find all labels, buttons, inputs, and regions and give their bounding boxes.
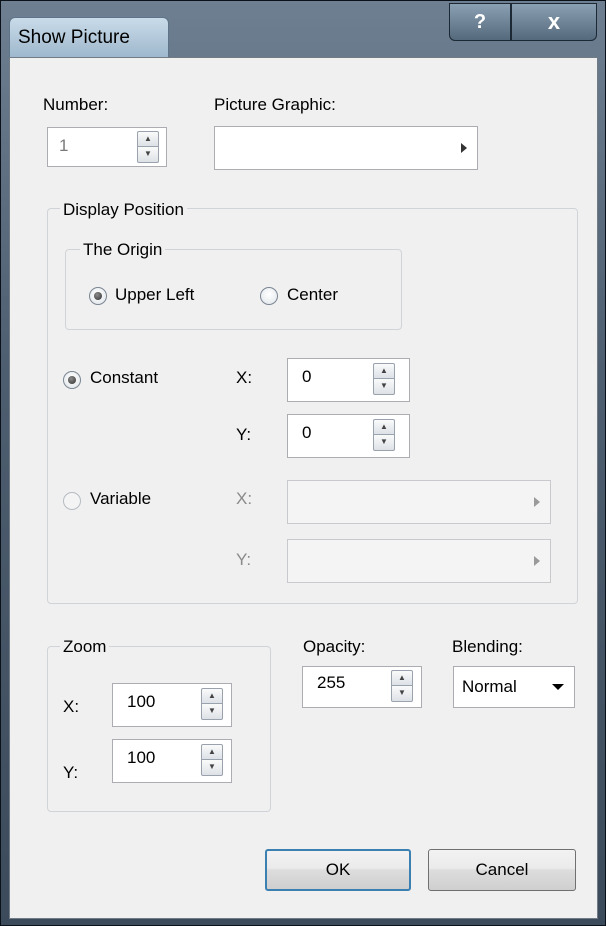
variable-x-arrow-icon[interactable]: [534, 497, 540, 507]
opacity-stepper[interactable]: ▲ ▼: [391, 670, 413, 702]
upper-left-label[interactable]: Upper Left: [115, 285, 194, 305]
variable-x-label: X:: [236, 489, 253, 508]
zoom-x-stepper[interactable]: ▲ ▼: [201, 688, 223, 720]
spin-up-icon[interactable]: ▲: [373, 419, 395, 435]
constant-x-value: 0: [302, 367, 312, 386]
picture-graphic-field[interactable]: [214, 126, 478, 170]
window-title: Show Picture: [9, 17, 169, 57]
spin-down-icon[interactable]: ▼: [391, 686, 413, 702]
number-value: 1: [59, 136, 69, 155]
number-stepper[interactable]: ▲ ▼: [137, 131, 159, 163]
zoom-y-stepper[interactable]: ▲ ▼: [201, 744, 223, 776]
zoom-x-value: 100: [127, 692, 156, 711]
spin-up-icon[interactable]: ▲: [201, 744, 223, 760]
variable-x-field[interactable]: [287, 480, 551, 524]
zoom-y-value: 100: [127, 748, 156, 767]
variable-label[interactable]: Variable: [90, 489, 151, 509]
zoom-group: [47, 646, 271, 812]
chevron-down-icon[interactable]: [552, 684, 564, 690]
constant-x-stepper[interactable]: ▲ ▼: [373, 363, 395, 395]
cancel-button[interactable]: Cancel: [428, 849, 576, 891]
display-position-label: Display Position: [60, 200, 187, 220]
zoom-x-label: X:: [63, 697, 80, 716]
constant-y-label: Y:: [236, 425, 252, 444]
close-button[interactable]: x: [511, 3, 597, 41]
opacity-label: Opacity:: [303, 637, 366, 656]
spin-down-icon[interactable]: ▼: [137, 147, 159, 163]
title-bar[interactable]: Show Picture ? x: [1, 1, 606, 59]
upper-left-radio[interactable]: [89, 287, 107, 305]
opacity-value: 255: [317, 673, 346, 692]
center-label[interactable]: Center: [287, 285, 338, 305]
blending-label: Blending:: [452, 637, 523, 656]
spin-up-icon[interactable]: ▲: [373, 363, 395, 379]
constant-y-stepper[interactable]: ▲ ▼: [373, 419, 395, 451]
spin-down-icon[interactable]: ▼: [373, 435, 395, 451]
spin-up-icon[interactable]: ▲: [137, 131, 159, 147]
variable-y-field[interactable]: [287, 539, 551, 583]
variable-y-label: Y:: [236, 550, 252, 569]
origin-label: The Origin: [80, 240, 166, 260]
number-label: Number:: [43, 95, 109, 114]
spin-up-icon[interactable]: ▲: [201, 688, 223, 704]
zoom-y-label: Y:: [63, 763, 79, 782]
constant-label[interactable]: Constant: [90, 368, 158, 388]
blending-value: Normal: [462, 677, 517, 696]
variable-y-arrow-icon[interactable]: [534, 556, 540, 566]
picture-graphic-label: Picture Graphic:: [214, 95, 336, 114]
blending-select[interactable]: Normal: [453, 666, 575, 708]
zoom-label: Zoom: [60, 637, 110, 657]
constant-radio[interactable]: [63, 371, 81, 389]
spin-down-icon[interactable]: ▼: [201, 704, 223, 720]
variable-radio[interactable]: [63, 492, 81, 510]
browse-arrow-icon[interactable]: [461, 143, 467, 153]
spin-down-icon[interactable]: ▼: [201, 760, 223, 776]
center-radio[interactable]: [260, 287, 278, 305]
help-button[interactable]: ?: [449, 3, 511, 41]
spin-up-icon[interactable]: ▲: [391, 670, 413, 686]
spin-down-icon[interactable]: ▼: [373, 379, 395, 395]
constant-y-value: 0: [302, 423, 312, 442]
constant-x-label: X:: [236, 368, 253, 387]
ok-button[interactable]: OK: [265, 849, 411, 891]
